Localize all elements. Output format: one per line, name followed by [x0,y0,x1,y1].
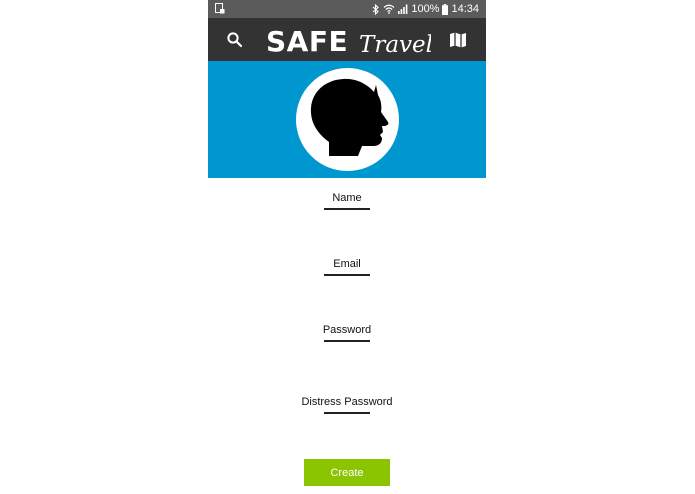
logo-bold-text: SAFE [266,25,348,58]
name-label: Name [332,192,362,204]
create-account-button[interactable]: Create Account [304,459,390,486]
safe-travels-logo: SAFE Travels [266,25,431,58]
logo-script-text: Travels [359,32,431,58]
app-bar: SAFE Travels [208,18,486,61]
distress-password-input-underline[interactable] [324,412,370,414]
profile-banner [208,61,486,178]
bluetooth-icon [372,3,380,15]
distress-password-label: Distress Password [301,396,393,408]
status-icons: 100% 14:34 [372,0,479,18]
search-icon[interactable] [226,31,244,49]
password-input-underline[interactable] [324,340,370,342]
distress-password-field[interactable]: Distress Password [208,396,486,414]
status-bar: 100% 14:34 [208,0,486,18]
password-field[interactable]: Password [208,324,486,342]
battery-text: 100% [411,3,440,15]
head-silhouette-icon [310,78,389,156]
clock: 14:34 [451,3,479,15]
name-input-underline[interactable] [324,208,370,210]
avatar[interactable] [296,68,399,171]
app-screen: 100% 14:34 SAFE Travels [208,0,486,494]
wifi-icon [383,4,395,14]
signal-icon [398,4,408,14]
password-label: Password [322,324,372,336]
email-field[interactable]: Email [208,258,486,276]
screenshot-notification-icon [215,3,225,14]
email-label: Email [333,258,361,270]
battery-icon [442,3,449,15]
email-input-underline[interactable] [324,274,370,276]
name-field[interactable]: Name [208,192,486,210]
map-icon[interactable] [449,31,467,49]
